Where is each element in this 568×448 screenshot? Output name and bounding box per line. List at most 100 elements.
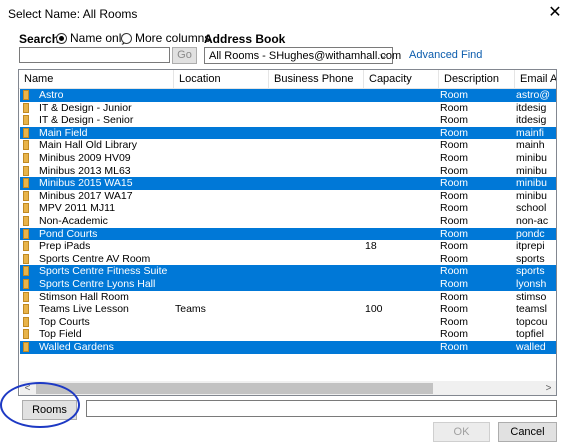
cell-capacity [365,291,437,304]
table-row[interactable]: Sports Centre Lyons Hall Room lyonsh [20,278,556,291]
cell-email: topfiel [516,328,545,341]
window-title: Select Name: All Rooms [8,7,138,21]
table-row[interactable]: IT & Design - Junior Room itdesig [20,102,556,115]
rooms-field[interactable] [86,400,557,417]
cell-business-phone [270,190,362,203]
column-header-location[interactable]: Location [174,70,269,88]
cell-name: MPV 2011 MJ11 [39,202,116,215]
cell-business-phone [270,177,362,190]
cell-capacity [365,114,437,127]
table-row[interactable]: Stimson Hall Room Room stimso [20,291,556,304]
cell-description: Room [440,328,469,341]
cell-email: sports [516,252,545,265]
cell-email: pondc [516,227,545,240]
advanced-find-link[interactable]: Advanced Find [409,49,482,61]
cell-capacity [365,202,437,215]
table-row[interactable]: Sports Centre AV Room Room sports [20,253,556,266]
cell-email: minibu [516,177,547,190]
cell-business-phone [270,202,362,215]
table-row[interactable]: Minibus 2013 ML63 Room minibu [20,165,556,178]
column-header-capacity[interactable]: Capacity [364,70,439,88]
column-header-name[interactable]: Name [19,70,174,88]
cancel-button[interactable]: Cancel [498,422,557,442]
radio-selected-icon [56,32,67,44]
cell-location [175,165,267,178]
go-button[interactable]: Go [172,47,197,64]
cell-name: Top Field [39,328,82,341]
table-row[interactable]: Non-Academic Room non-ac [20,215,556,228]
room-icon [23,241,29,252]
table-row[interactable]: Minibus 2009 HV09 Room minibu [20,152,556,165]
results-list[interactable]: Name Location Business Phone Capacity De… [18,69,557,396]
table-row[interactable]: Pond Courts Room pondc [20,227,556,241]
column-header-email[interactable]: Email Ad [515,70,556,88]
table-row[interactable]: Teams Live Lesson Teams 100 Room teamsl [20,303,556,316]
cell-location [175,190,267,203]
cell-business-phone [270,316,362,329]
table-row[interactable]: Main Field Room mainfi [20,126,556,140]
cell-business-phone [270,215,362,228]
name-only-radio[interactable]: Name only [56,31,127,45]
table-row[interactable]: Walled Gardens Room walled [20,341,556,354]
table-row[interactable]: Top Field Room topfiel [20,328,556,341]
cell-name: Prep iPads [39,240,91,253]
cell-capacity [365,165,437,178]
cell-description: Room [440,177,469,190]
cell-email: minibu [516,152,547,164]
cell-business-phone [270,291,362,304]
cell-capacity [365,228,437,241]
cell-location [175,265,267,278]
table-row[interactable]: IT & Design - Senior Room itdesig [20,114,556,127]
table-row[interactable]: Sports Centre Fitness Suite Room sports [20,265,556,278]
column-header-description[interactable]: Description [439,70,515,88]
cell-location [175,291,267,304]
cell-description: Room [440,290,469,303]
cell-location: Teams [175,303,206,316]
close-icon[interactable]: ✕ [545,3,565,23]
cell-description: Room [440,126,469,139]
cell-business-phone [270,240,362,253]
cell-description: Room [440,227,469,240]
cell-location [175,114,267,127]
room-icon [23,127,29,138]
table-row[interactable]: Astro Room astro@ [20,89,556,102]
cell-capacity [365,152,437,165]
table-row[interactable]: Minibus 2017 WA17 Room minibu [20,190,556,203]
cell-capacity [365,215,437,228]
cell-name: Walled Gardens [39,341,114,353]
cell-capacity: 18 [365,240,377,253]
horizontal-scrollbar[interactable]: < > [20,381,556,395]
column-header-business-phone[interactable]: Business Phone [269,70,364,88]
scroll-right-icon[interactable]: > [541,381,556,395]
cell-location [175,139,267,152]
table-row[interactable]: Prep iPads 18 Room itprepi [20,240,556,253]
cell-capacity [365,102,437,115]
ok-button[interactable]: OK [433,422,490,442]
cell-description: Room [440,215,469,227]
table-row[interactable]: Minibus 2015 WA15 Room minibu [20,177,556,190]
cell-email: itdesig [516,101,547,114]
cell-email: itprepi [516,240,545,253]
more-columns-radio[interactable]: More columns [121,31,210,45]
cell-name: IT & Design - Senior [39,114,134,127]
cell-description: Room [440,139,469,152]
search-input[interactable] [19,47,170,63]
cell-capacity [365,316,437,329]
room-icon [23,266,29,277]
room-icon [23,190,29,201]
table-row[interactable]: Top Courts Room topcou [20,316,556,329]
table-row[interactable]: Main Hall Old Library Room mainh [20,139,556,152]
cell-business-phone [270,89,362,102]
column-header-row: Name Location Business Phone Capacity De… [19,70,556,89]
cell-name: Stimson Hall Room [39,290,129,303]
cell-email: topcou [516,315,548,328]
cell-email: itdesig [516,114,547,127]
scroll-thumb[interactable] [36,383,433,394]
table-row[interactable]: MPV 2011 MJ11 Room school [20,202,556,215]
cell-email: mainfi [516,126,545,139]
cell-description: Room [440,152,469,164]
cell-location [175,89,267,102]
address-book-select[interactable]: All Rooms - SHughes@withamhall.com ⌵ [204,47,401,64]
cell-business-phone [270,341,362,354]
cell-description: Room [440,101,469,114]
